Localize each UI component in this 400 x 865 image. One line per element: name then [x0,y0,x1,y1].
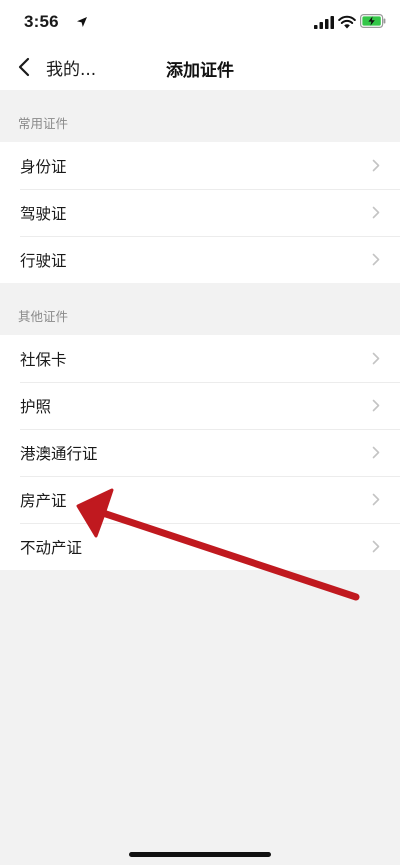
list-item-passport[interactable]: 护照 [0,382,400,429]
list-item-label: 不动产证 [20,538,83,557]
wifi-icon [338,15,356,29]
list-item-property-certificate[interactable]: 房产证 [0,476,400,523]
section-header-common: 常用证件 [0,90,400,142]
section-header-label: 常用证件 [18,116,69,131]
page-title: 添加证件 [166,61,234,81]
list-item-social-security-card[interactable]: 社保卡 [0,335,400,382]
chevron-right-icon [372,159,380,172]
list-item-label: 驾驶证 [20,204,67,223]
list-item-vehicle-license[interactable]: 行驶证 [0,236,400,283]
chevron-right-icon [372,493,380,506]
section-header-label: 其他证件 [18,309,69,324]
list-item-label: 港澳通行证 [20,444,98,463]
list-item-label: 护照 [20,397,52,416]
list-item-id-card[interactable]: 身份证 [0,142,400,189]
common-documents-list: 身份证 驾驶证 行驶证 [0,142,400,283]
chevron-right-icon [372,206,380,219]
home-indicator[interactable] [129,852,271,857]
status-time: 3:56 [24,12,59,31]
list-item-hk-macau-permit[interactable]: 港澳通行证 [0,429,400,476]
battery-charging-icon [360,14,386,28]
navigation-bar: 我的... 添加证件 [0,44,400,90]
list-item-label: 房产证 [20,491,67,510]
chevron-right-icon [372,253,380,266]
chevron-right-icon [372,399,380,412]
list-item-label: 身份证 [20,157,67,176]
chevron-right-icon [372,540,380,553]
list-item-driver-license[interactable]: 驾驶证 [0,189,400,236]
status-bar: 3:56 [0,0,400,44]
chevron-right-icon [372,446,380,459]
other-documents-list: 社保卡 护照 港澳通行证 房产证 不动产证 [0,335,400,570]
list-item-real-estate-certificate[interactable]: 不动产证 [0,523,400,570]
list-item-label: 社保卡 [20,350,67,369]
location-arrow-icon [77,17,87,27]
section-header-other: 其他证件 [0,283,400,335]
list-item-label: 行驶证 [20,251,67,270]
cellular-signal-icon [314,16,334,29]
chevron-right-icon [372,352,380,365]
